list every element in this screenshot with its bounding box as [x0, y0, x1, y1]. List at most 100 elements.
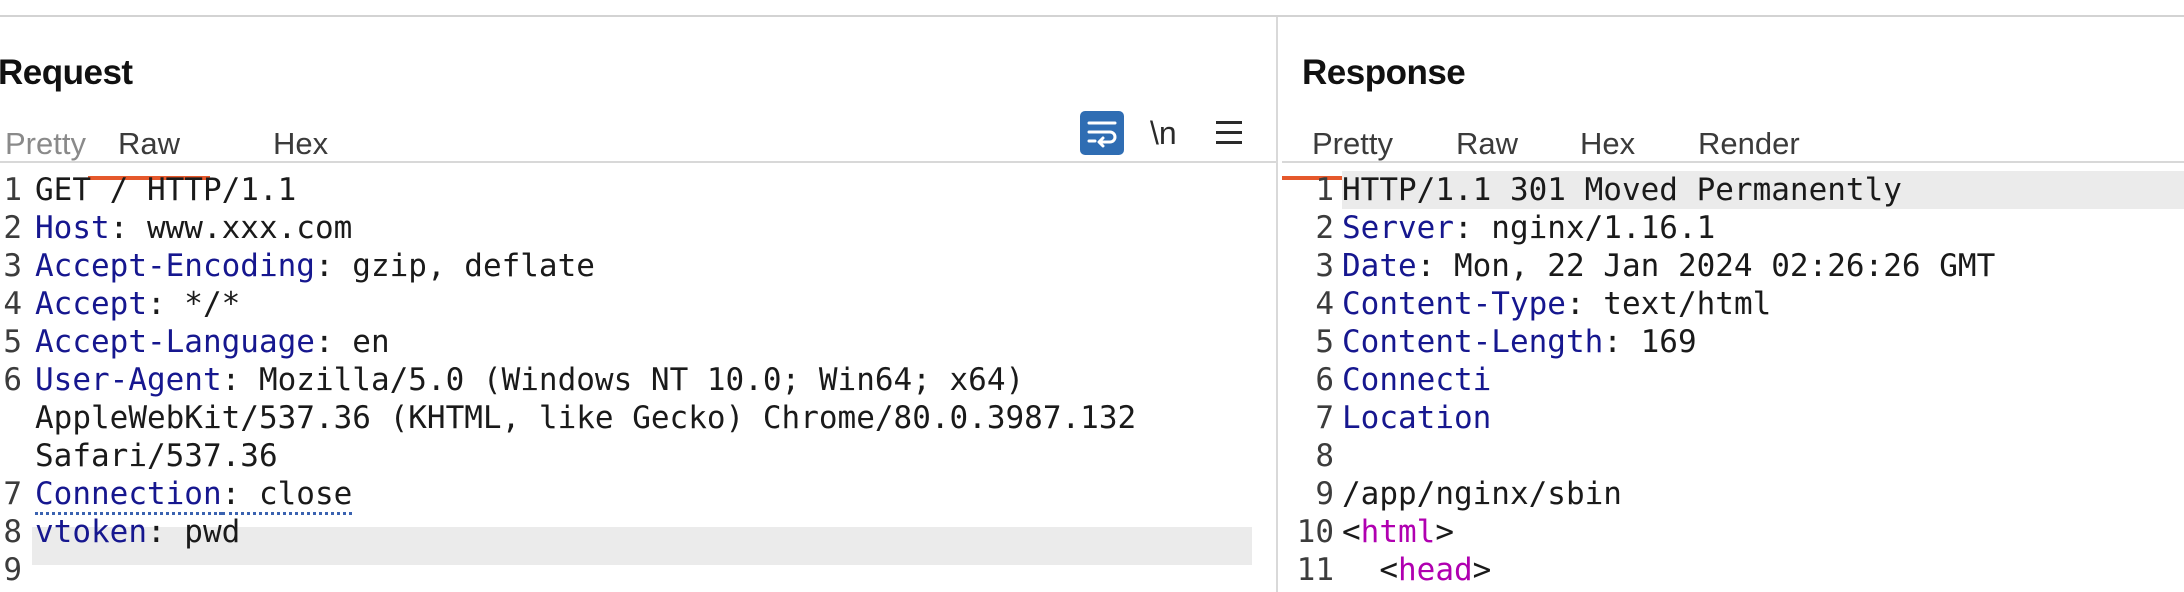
- code-line: 3 Date: Mon, 22 Jan 2024 02:26:26 GMT: [1278, 247, 2184, 285]
- line-number: 8: [1315, 438, 1334, 474]
- request-panel: Request Pretty Raw Hex \n 1 GET / HTTP/1.…: [0, 17, 1276, 592]
- line-content: Connection: close: [35, 475, 353, 515]
- header-value: GET / HTTP/1.1: [35, 172, 297, 208]
- header-value: /app/nginx/sbin: [1342, 476, 1622, 512]
- header-name: User-Agent: [35, 362, 222, 398]
- line-content: Host: www.xxx.com: [35, 209, 352, 247]
- html-tag-name: head: [1398, 552, 1473, 588]
- header-value: : nginx/1.16.1: [1453, 210, 1716, 246]
- line-content: Location: [1342, 399, 1491, 437]
- code-line: 11 <head>: [1278, 551, 2184, 589]
- header-value: : www.xxx.com: [109, 210, 353, 246]
- code-line: 6 User-Agent: Mozilla/5.0 (Windows NT 10.…: [0, 361, 1276, 399]
- tag-bracket-open: <: [1342, 514, 1361, 550]
- line-content: Accept: */*: [35, 285, 240, 323]
- response-title: Response: [1302, 53, 1466, 92]
- response-editor[interactable]: 1 HTTP/1.1 301 Moved Permanently 2 Server: …: [1278, 167, 2184, 592]
- line-number: 3: [1315, 248, 1334, 284]
- code-line: 8 vtoken: pwd: [0, 513, 1276, 551]
- request-title: Request: [0, 53, 133, 92]
- line-content: <head>: [1342, 551, 1491, 589]
- wrap-lines-button[interactable]: [1080, 111, 1124, 155]
- header-value: : Mozilla/5.0 (Windows NT 10.0; Win64; x…: [221, 362, 1025, 398]
- line-number: 6: [3, 362, 22, 398]
- line-number: 1: [3, 172, 22, 208]
- hamburger-menu-icon[interactable]: [1212, 111, 1248, 155]
- header-name: Date: [1342, 248, 1417, 284]
- tag-bracket-close: >: [1472, 552, 1492, 588]
- line-number: 9: [1315, 476, 1334, 512]
- code-line: 10 <html>: [1278, 513, 2184, 551]
- header-name: Accept-Encoding: [35, 248, 315, 284]
- header-name: Host: [35, 210, 110, 246]
- line-number: 10: [1296, 514, 1334, 550]
- line-content: <html>: [1342, 513, 1454, 551]
- line-content: vtoken: pwd: [35, 513, 240, 551]
- line-content: Connecti: [1342, 361, 1491, 399]
- line-number: 11: [1296, 552, 1334, 588]
- wrap-lines-icon: [1087, 121, 1117, 148]
- code-line: 4 Accept: */*: [0, 285, 1276, 323]
- header-value: : */*: [146, 286, 241, 322]
- line-number: 9: [3, 552, 22, 588]
- line-content: Accept-Language: en: [35, 323, 390, 361]
- request-editor[interactable]: 1 GET / HTTP/1.1 2 Host: www.xxx.com 3 Accept…: [0, 167, 1276, 592]
- response-tabs-divider: [1282, 161, 2184, 163]
- header-value: : close: [221, 476, 353, 515]
- line-content: HTTP/1.1 301 Moved Permanently: [1342, 171, 1902, 209]
- line-number: 2: [3, 210, 22, 246]
- line-number: 5: [1315, 324, 1334, 360]
- code-line: 7 Location: [1278, 399, 2184, 437]
- code-line: 9: [0, 551, 1276, 589]
- response-panel: Response Pretty Raw Hex Render 1 HTTP/1.1…: [1278, 17, 2184, 592]
- code-line: Safari/537.36: [0, 437, 1276, 475]
- header-name: Content-Length: [1342, 324, 1604, 360]
- code-line: 4 Content-Type: text/html: [1278, 285, 2184, 323]
- code-line: 3 Accept-Encoding: gzip, deflate: [0, 247, 1276, 285]
- line-content: User-Agent: Mozilla/5.0 (Windows NT 10.0…: [35, 361, 1024, 399]
- header-name: Location: [1342, 400, 1492, 436]
- line-content: /app/nginx/sbin: [1342, 475, 1622, 513]
- header-value: Safari/537.36: [35, 438, 278, 474]
- code-line: AppleWebKit/537.36 (KHTML, like Gecko) C…: [0, 399, 1276, 437]
- line-number: 7: [3, 476, 22, 512]
- header-name: Server: [1342, 210, 1454, 246]
- line-number: 8: [3, 514, 22, 550]
- header-name: Connection: [35, 476, 222, 515]
- code-line: 8: [1278, 437, 2184, 475]
- code-line: 9/app/nginx/sbin: [1278, 475, 2184, 513]
- code-line: 2 Host: www.xxx.com: [0, 209, 1276, 247]
- header-value: HTTP/1.1 301 Moved Permanently: [1342, 172, 1902, 208]
- header-value: : Mon, 22 Jan 2024 02:26:26 GMT: [1416, 248, 1996, 284]
- line-number: 4: [1315, 286, 1334, 322]
- header-name: Accept-Language: [35, 324, 315, 360]
- header-name: Content-Type: [1342, 286, 1566, 322]
- html-tag-name: html: [1360, 514, 1436, 550]
- line-number: 3: [3, 248, 22, 284]
- line-number: 4: [3, 286, 22, 322]
- line-content: Server: nginx/1.16.1: [1342, 209, 1715, 247]
- code-line: 1 GET / HTTP/1.1: [0, 171, 1276, 209]
- line-content: Safari/537.36: [35, 437, 278, 475]
- newline-toggle-button[interactable]: \n: [1150, 111, 1190, 155]
- code-line: 5 Content-Length: 169: [1278, 323, 2184, 361]
- code-line: 1 HTTP/1.1 301 Moved Permanently: [1278, 171, 2184, 209]
- line-number: 7: [1315, 400, 1334, 436]
- line-number: 5: [3, 324, 22, 360]
- line-content: AppleWebKit/537.36 (KHTML, like Gecko) C…: [35, 399, 1136, 437]
- header-value: : pwd: [146, 514, 241, 550]
- line-number: 1: [1315, 172, 1334, 208]
- tag-bracket-open: <: [1342, 552, 1398, 588]
- code-line: 7 Connection: close: [0, 475, 1276, 515]
- line-content: Date: Mon, 22 Jan 2024 02:26:26 GMT: [1342, 247, 1995, 285]
- code-line: 6 Connecti: [1278, 361, 2184, 399]
- header-value: : gzip, deflate: [314, 248, 595, 284]
- header-name: vtoken: [35, 514, 147, 550]
- code-line: 2 Server: nginx/1.16.1: [1278, 209, 2184, 247]
- header-value: : 169: [1603, 324, 1697, 360]
- line-number: 2: [1315, 210, 1334, 246]
- line-content: Content-Type: text/html: [1342, 285, 1771, 323]
- request-tabs-divider: [0, 161, 1276, 163]
- header-value: AppleWebKit/537.36 (KHTML, like Gecko) C…: [35, 400, 1137, 436]
- line-number: 6: [1315, 362, 1334, 398]
